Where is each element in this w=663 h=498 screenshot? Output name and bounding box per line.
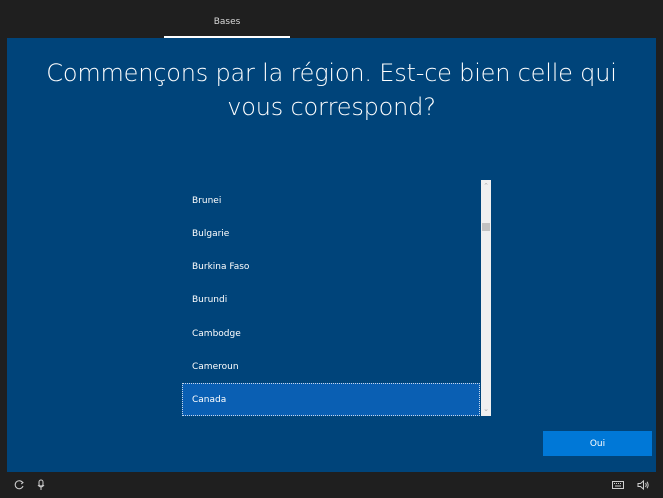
region-list-scrollbar[interactable]: ⌃ ⌄ xyxy=(481,180,491,416)
list-item-label: Burkina Faso xyxy=(192,261,250,272)
list-item-bulgarie[interactable]: Bulgarie xyxy=(182,217,480,250)
list-item-label: Cameroun xyxy=(192,361,239,372)
list-item-label: Canada xyxy=(192,394,227,405)
scroll-thumb[interactable] xyxy=(482,223,490,231)
microphone-icon[interactable] xyxy=(34,478,48,492)
list-item-burundi[interactable]: Burundi xyxy=(182,283,480,316)
list-item-burkina-faso[interactable]: Burkina Faso xyxy=(182,250,480,283)
scroll-down-arrow-icon[interactable]: ⌄ xyxy=(481,404,491,414)
oui-button-label: Oui xyxy=(589,438,606,449)
page-title-line-1: Commençons par la région. Est-ce bien ce… xyxy=(46,59,617,87)
list-item-label: Burundi xyxy=(192,294,228,305)
page-title-line-2: vous correspond? xyxy=(227,93,436,121)
tab-bases-label: Bases xyxy=(213,17,241,27)
tab-bases[interactable]: Bases xyxy=(164,0,290,38)
oui-button[interactable]: Oui xyxy=(543,431,652,456)
scroll-up-arrow-icon[interactable]: ⌃ xyxy=(481,181,491,191)
region-listbox[interactable]: Brunei Bulgarie Burkina Faso Burundi Cam… xyxy=(182,180,491,416)
list-item-label: Cambodge xyxy=(192,328,241,339)
list-item-brunei[interactable]: Brunei xyxy=(182,184,480,217)
list-item-label: Bulgarie xyxy=(192,228,230,239)
accessibility-icon[interactable] xyxy=(12,478,26,492)
list-item-cambodge[interactable]: Cambodge xyxy=(182,317,480,350)
list-item-cameroun[interactable]: Cameroun xyxy=(182,350,480,383)
keyboard-icon[interactable] xyxy=(611,478,625,492)
list-item-canada-selected[interactable]: Canada xyxy=(182,383,480,416)
page-title: Commençons par la région. Est-ce bien ce… xyxy=(7,56,656,124)
volume-icon[interactable] xyxy=(636,478,650,492)
bottom-taskbar xyxy=(0,472,663,498)
oobe-panel: Commençons par la région. Est-ce bien ce… xyxy=(7,38,656,472)
list-item-label: Brunei xyxy=(192,195,222,206)
top-bar: Bases xyxy=(0,0,663,38)
